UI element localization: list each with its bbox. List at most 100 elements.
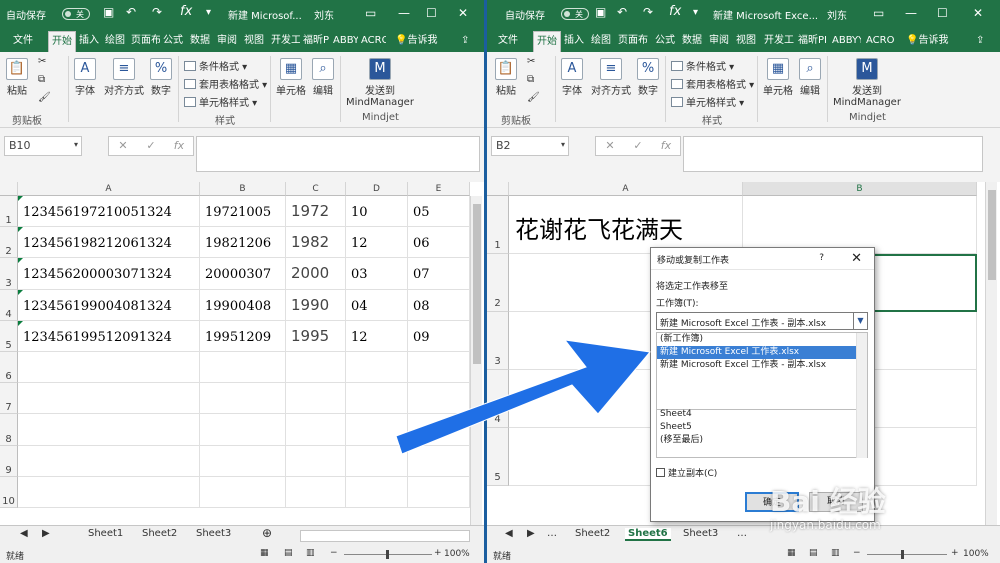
cell-a1[interactable]: 花谢花飞花满天 xyxy=(509,196,743,254)
redo-icon[interactable]: ↷ xyxy=(152,5,162,19)
cut-icon[interactable]: ✂ xyxy=(38,56,46,67)
cell-e7[interactable] xyxy=(408,383,470,415)
fx-icon[interactable]: fx xyxy=(180,4,192,19)
select-all-corner[interactable] xyxy=(0,182,18,196)
formula-input[interactable] xyxy=(683,136,983,172)
cell-b10[interactable] xyxy=(200,476,286,508)
zoom-out-icon[interactable]: − xyxy=(853,548,861,558)
ribbon-options-icon[interactable]: ▭ xyxy=(365,6,376,20)
cell-d8[interactable] xyxy=(346,414,408,446)
conditional-format-button[interactable]: 条件格式 ▾ xyxy=(671,58,734,73)
horizontal-scrollbar[interactable] xyxy=(300,530,470,542)
cell-a10[interactable] xyxy=(18,476,200,508)
cell-b3[interactable]: 20000307 xyxy=(200,258,286,290)
normal-view-icon[interactable]: ▦ xyxy=(787,548,796,558)
table-format-button[interactable]: 套用表格格式 ▾ xyxy=(184,76,267,91)
sheet-more-icon[interactable]: … xyxy=(547,528,557,539)
cell-b1[interactable] xyxy=(743,196,977,254)
tab-insert[interactable]: 插入 xyxy=(563,31,585,52)
tab-view[interactable]: 视图 xyxy=(735,31,757,52)
cell-a2[interactable]: 123456198212061324 xyxy=(18,227,200,259)
share-icon[interactable]: ⇪ xyxy=(975,31,985,52)
page-layout-icon[interactable]: ▤ xyxy=(284,548,293,558)
tab-draw[interactable]: 绘图 xyxy=(590,31,612,52)
copy-icon[interactable]: ⧉ xyxy=(38,74,45,85)
cell-c10[interactable] xyxy=(286,476,346,508)
zoom-slider-thumb[interactable] xyxy=(901,550,904,559)
sheet-tab-2[interactable]: Sheet2 xyxy=(575,528,610,539)
copy-icon[interactable]: ⧉ xyxy=(527,74,534,85)
format-painter-icon[interactable]: 🖌 xyxy=(527,92,540,103)
select-all-corner[interactable] xyxy=(487,182,509,196)
cell-d4[interactable]: 04 xyxy=(346,289,408,321)
maximize-icon[interactable]: ☐ xyxy=(426,6,437,20)
workbook-option-original[interactable]: 新建 Microsoft Excel 工作表.xlsx xyxy=(657,346,867,359)
cell-e5[interactable]: 09 xyxy=(408,320,470,352)
row-header-4[interactable]: 4 xyxy=(487,370,509,428)
tab-foxit[interactable]: 福昕PI xyxy=(797,31,827,52)
vertical-scrollbar[interactable] xyxy=(985,182,997,526)
cell-c3[interactable]: 2000 xyxy=(286,258,346,290)
cell-e8[interactable] xyxy=(408,414,470,446)
vertical-scrollbar[interactable] xyxy=(470,196,482,526)
font-button[interactable]: A 字体 xyxy=(561,58,583,97)
chevron-down-icon[interactable]: ▼ xyxy=(853,313,867,329)
cell-b5[interactable]: 19951209 xyxy=(200,320,286,352)
cell-d1[interactable]: 10 xyxy=(346,196,408,228)
sheet-more-right-icon[interactable]: … xyxy=(737,528,747,539)
cell-a5[interactable]: 123456199512091324 xyxy=(18,320,200,352)
column-header-e[interactable]: E xyxy=(408,182,470,196)
name-box[interactable]: B10 ▾ xyxy=(4,136,82,156)
sheet-tab-1[interactable]: Sheet1 xyxy=(88,528,123,539)
tab-file[interactable]: 文件 xyxy=(12,31,34,52)
tab-formulas[interactable]: 公式 xyxy=(654,31,676,52)
qat-dropdown-icon[interactable]: ▾ xyxy=(206,7,211,18)
send-to-mindmanager-button[interactable]: M 发送到 MindManager xyxy=(833,58,901,108)
sheet-prev-icon[interactable]: ◀ xyxy=(505,528,513,539)
row-header-8[interactable]: 8 xyxy=(0,414,18,446)
cell-d6[interactable] xyxy=(346,352,408,384)
scroll-thumb[interactable] xyxy=(988,190,996,280)
zoom-in-icon[interactable]: + xyxy=(951,548,959,558)
sheet-list-item[interactable]: (移至最后) xyxy=(657,434,867,447)
paste-button[interactable]: 📋 粘贴 xyxy=(6,58,28,97)
cell-b7[interactable] xyxy=(200,383,286,415)
page-layout-icon[interactable]: ▤ xyxy=(809,548,818,558)
row-header-4[interactable]: 4 xyxy=(0,289,18,321)
tab-formulas[interactable]: 公式 xyxy=(162,31,184,52)
ribbon-options-icon[interactable]: ▭ xyxy=(873,6,884,20)
row-header-6[interactable]: 6 xyxy=(0,352,18,384)
workbook-option-copy[interactable]: 新建 Microsoft Excel 工作表 - 副本.xlsx xyxy=(657,359,867,372)
cell-b9[interactable] xyxy=(200,445,286,477)
insert-function-icon[interactable]: fx xyxy=(652,139,680,152)
cell-c7[interactable] xyxy=(286,383,346,415)
tab-acrobat[interactable]: ACROI xyxy=(865,31,895,52)
tab-page-layout[interactable]: 页面布 xyxy=(617,31,651,52)
cell-c2[interactable]: 1982 xyxy=(286,227,346,259)
qat-dropdown-icon[interactable]: ▾ xyxy=(693,7,698,18)
close-icon[interactable]: ✕ xyxy=(973,6,983,20)
name-box[interactable]: B2 ▾ xyxy=(491,136,569,156)
cell-a9[interactable] xyxy=(18,445,200,477)
enter-icon[interactable]: ✓ xyxy=(624,139,652,152)
zoom-slider[interactable] xyxy=(867,554,947,555)
enter-icon[interactable]: ✓ xyxy=(137,139,165,152)
cell-style-button[interactable]: 单元格样式 ▾ xyxy=(184,94,257,109)
formula-input[interactable] xyxy=(196,136,480,172)
page-break-icon[interactable]: ▥ xyxy=(831,548,840,558)
cell-d9[interactable] xyxy=(346,445,408,477)
cut-icon[interactable]: ✂ xyxy=(527,56,535,67)
number-button[interactable]: % 数字 xyxy=(150,58,172,97)
row-header-5[interactable]: 5 xyxy=(487,428,509,486)
cell-a6[interactable] xyxy=(18,352,200,384)
cell-a3[interactable]: 123456200003071324 xyxy=(18,258,200,290)
cell-d10[interactable] xyxy=(346,476,408,508)
cell-c5[interactable]: 1995 xyxy=(286,320,346,352)
tab-tell-me[interactable]: 💡告诉我 xyxy=(905,31,949,52)
close-icon[interactable]: ✕ xyxy=(458,6,468,20)
cell-style-button[interactable]: 单元格样式 ▾ xyxy=(671,94,744,109)
zoom-out-icon[interactable]: − xyxy=(330,548,338,558)
row-header-7[interactable]: 7 xyxy=(0,383,18,415)
row-header-3[interactable]: 3 xyxy=(0,258,18,290)
tab-abbyy[interactable]: ABBYY xyxy=(831,31,861,52)
